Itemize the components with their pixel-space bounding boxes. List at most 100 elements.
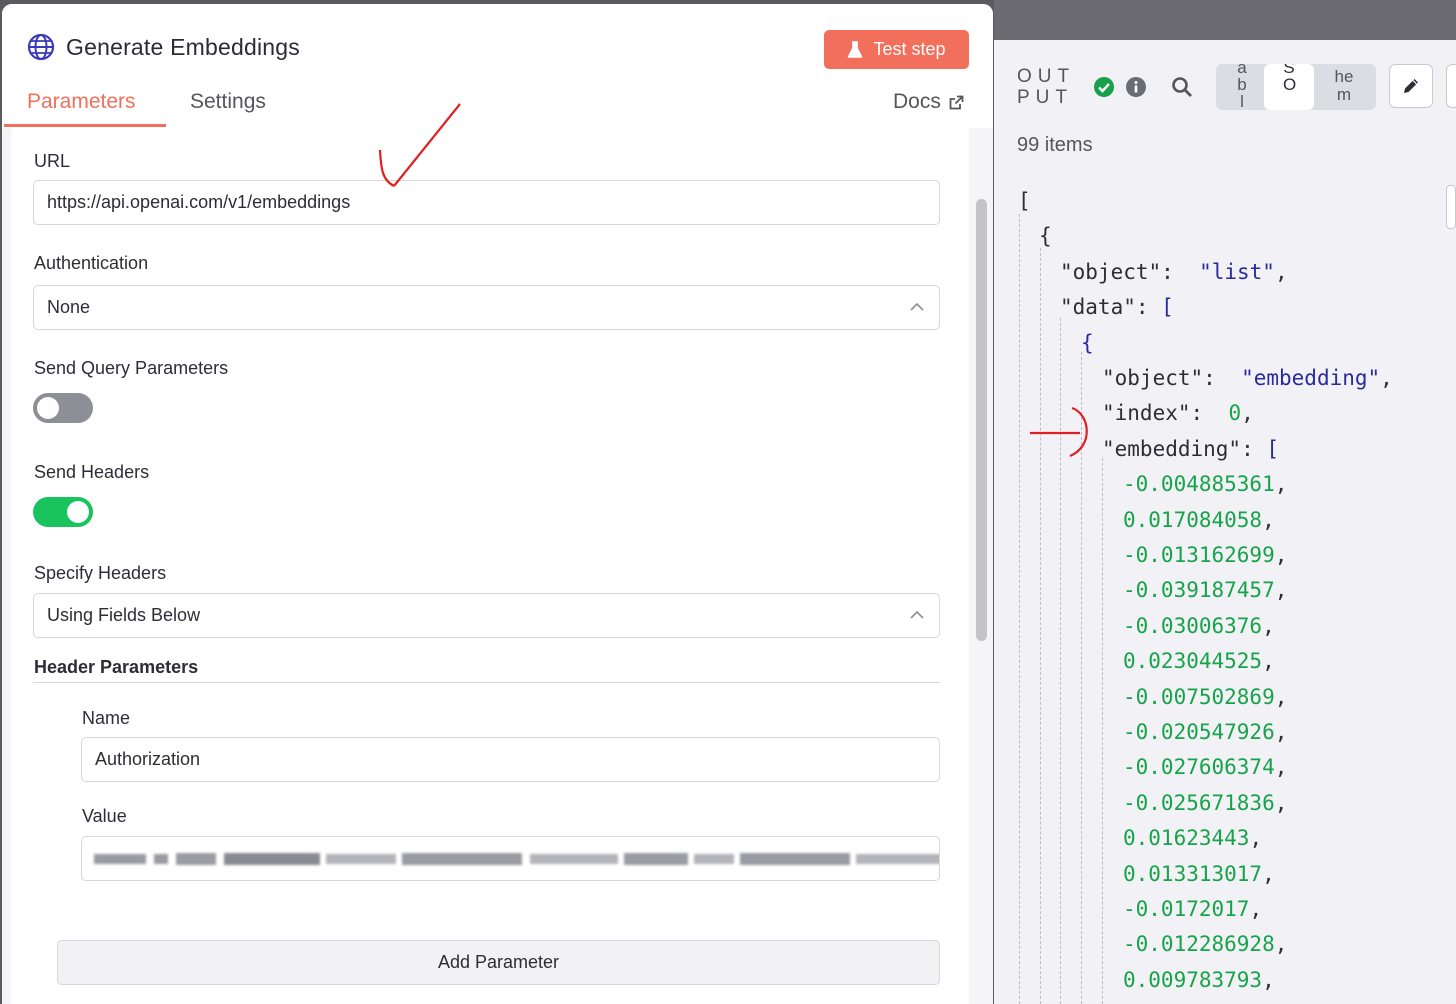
json-punctuation: ,: [1274, 472, 1288, 497]
json-number: -0.004885361: [1123, 472, 1275, 497]
search-icon[interactable]: [1171, 76, 1193, 98]
node-parameters-panel: Generate Embeddings Test step Parameters…: [2, 4, 993, 1004]
tab-parameters[interactable]: Parameters: [27, 90, 136, 114]
specify-headers-select[interactable]: Using Fields Below: [33, 593, 940, 638]
json-line: 0.023044525,: [1123, 644, 1275, 679]
authentication-value: None: [47, 297, 91, 317]
json-punctuation: [: [1018, 189, 1031, 213]
pencil-icon: [1404, 79, 1418, 93]
json-punctuation: ,: [1274, 755, 1288, 780]
view-table-label: T a b l: [1237, 64, 1247, 110]
json-number: -0.039187457: [1123, 578, 1275, 603]
json-string: [: [1266, 436, 1280, 461]
authentication-select[interactable]: None: [33, 285, 940, 330]
json-line: "data": [: [1060, 290, 1174, 325]
parameters-body: URL https://api.openai.com/v1/embeddings…: [2, 128, 993, 1004]
indent-guide: [1040, 248, 1041, 1004]
items-count: 99 items: [1017, 134, 1093, 156]
indent-guide: [1019, 214, 1020, 1004]
header-name-label: Name: [82, 708, 131, 728]
more-options-button[interactable]: [1446, 64, 1456, 108]
chevron-up-icon: [910, 302, 924, 311]
view-schema-tab[interactable]: Sc he m: [1320, 64, 1372, 110]
url-input[interactable]: https://api.openai.com/v1/embeddings: [33, 180, 940, 225]
json-punctuation: ,: [1262, 507, 1275, 532]
send-query-toggle[interactable]: [33, 393, 93, 423]
docs-link[interactable]: Docs: [893, 90, 964, 114]
view-json-label: J S O: [1283, 64, 1297, 94]
json-punctuation: :: [1135, 295, 1162, 320]
json-line: -0.007502869,: [1123, 680, 1287, 715]
header-parameters-title: Header Parameters: [34, 657, 199, 677]
header-name-input[interactable]: Authorization: [81, 737, 940, 782]
json-key: "index": [1102, 401, 1191, 426]
toggle-knob: [67, 501, 89, 523]
view-mode-switch: T a b l J S O Sc he m: [1216, 64, 1376, 110]
json-number: -0.007502869: [1123, 684, 1275, 709]
view-json-tab[interactable]: J S O: [1264, 64, 1314, 110]
node-header: Generate Embeddings Test step Parameters…: [2, 4, 993, 128]
specify-headers-label: Specify Headers: [34, 563, 167, 583]
json-number: -0.027606374: [1123, 755, 1275, 780]
toggle-knob: [37, 397, 59, 419]
json-number: 0.01623443: [1123, 826, 1250, 851]
send-headers-toggle[interactable]: [33, 497, 93, 527]
json-number: 0.009783793: [1123, 967, 1263, 992]
tab-settings[interactable]: Settings: [190, 90, 266, 114]
header-value-label: Value: [82, 806, 127, 826]
json-line: "object": "list",: [1060, 255, 1288, 290]
section-divider: [33, 682, 940, 683]
json-key: "object": [1102, 366, 1204, 390]
indent-guide: [1081, 352, 1082, 1004]
json-line: [: [1018, 184, 1031, 219]
json-punctuation: :: [1241, 436, 1267, 461]
json-number: 0.023044525: [1123, 649, 1263, 674]
indent-guide: [1102, 458, 1103, 1004]
json-string: [: [1161, 295, 1174, 320]
json-line: {: [1039, 219, 1052, 254]
node-title: Generate Embeddings: [66, 34, 300, 60]
json-key: "object": [1060, 259, 1162, 284]
json-line: -0.03006376,: [1123, 609, 1275, 644]
add-parameter-button[interactable]: Add Parameter: [57, 940, 940, 985]
json-key: "data": [1060, 295, 1136, 320]
json-punctuation: :: [1190, 401, 1229, 426]
globe-icon: [27, 33, 55, 61]
json-line: 0.013313017,: [1123, 857, 1275, 892]
scrollbar[interactable]: [976, 199, 987, 641]
json-number: 0.013313017: [1123, 861, 1263, 886]
json-number: -0.03006376: [1123, 613, 1263, 638]
json-punctuation: {: [1039, 224, 1052, 249]
json-punctuation: ,: [1262, 861, 1275, 886]
header-name-value: Authorization: [95, 749, 201, 769]
json-punctuation: ,: [1274, 543, 1288, 567]
json-line: {: [1081, 326, 1094, 361]
json-number: -0.025671836: [1123, 790, 1275, 815]
json-scroll-handle[interactable]: [1446, 185, 1456, 229]
json-line: -0.027606374,: [1123, 750, 1287, 785]
json-line: "index": 0,: [1102, 396, 1254, 431]
edit-output-button[interactable]: [1389, 64, 1433, 108]
json-line: "object": "embedding",: [1102, 361, 1393, 396]
flask-icon: [848, 40, 863, 58]
json-punctuation: :: [1161, 259, 1200, 284]
json-number: 0.017084058: [1123, 507, 1263, 532]
json-punctuation: ,: [1262, 967, 1275, 992]
header-value-input[interactable]: [81, 836, 940, 881]
output-panel: OUT PUT T a b l J S O Sc he m 99 items: [994, 0, 1456, 1004]
view-table-tab[interactable]: T a b l: [1220, 64, 1264, 110]
url-value: https://api.openai.com/v1/embeddings: [47, 192, 351, 212]
specify-headers-value: Using Fields Below: [47, 605, 201, 625]
chevron-up-icon: [910, 610, 924, 619]
info-icon[interactable]: [1126, 77, 1146, 97]
parameters-form: URL https://api.openai.com/v1/embeddings…: [11, 128, 969, 1004]
redacted-value: [94, 853, 939, 865]
json-punctuation: ,: [1262, 649, 1275, 674]
json-string: "list": [1199, 259, 1275, 284]
external-link-icon: [949, 95, 964, 109]
active-tab-indicator: [4, 124, 166, 127]
indent-guide: [1060, 318, 1061, 1004]
test-step-button[interactable]: Test step: [824, 30, 969, 69]
json-punctuation: ,: [1241, 401, 1254, 426]
json-number: -0.012286928: [1123, 932, 1275, 957]
